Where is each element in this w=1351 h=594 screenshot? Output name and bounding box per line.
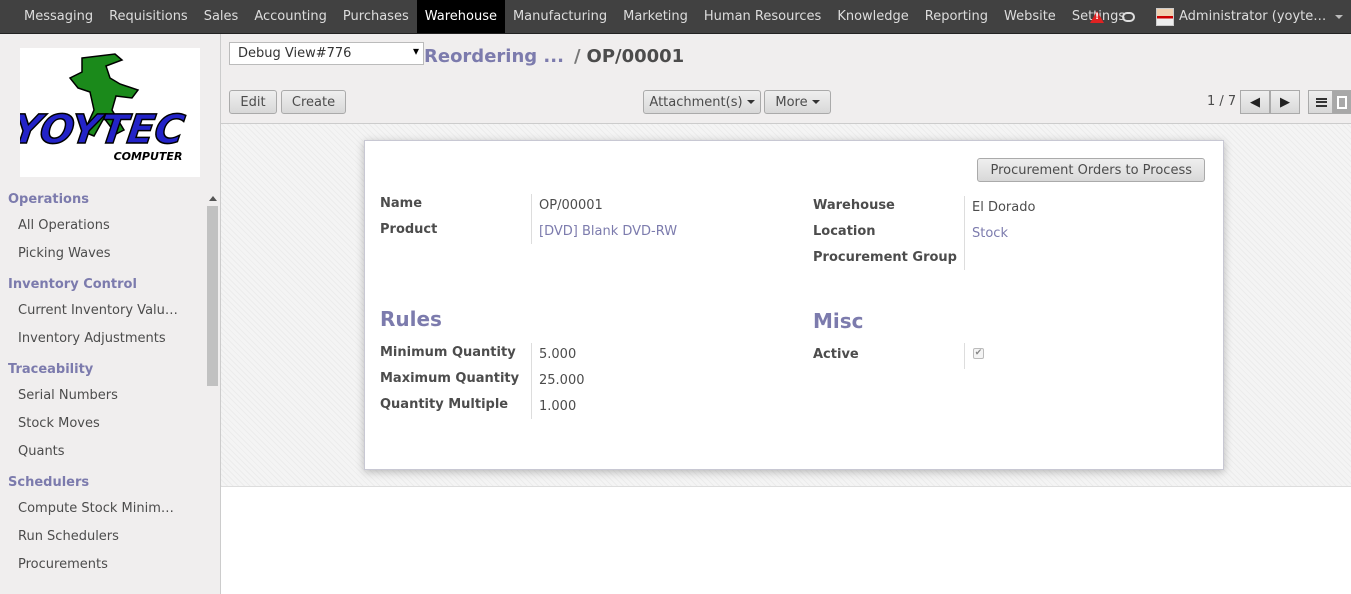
chat-icon[interactable] xyxy=(1122,11,1135,22)
check-icon: ✔ xyxy=(974,348,983,358)
name-label: Name xyxy=(380,196,423,211)
sidebar-item-serial-numbers[interactable]: Serial Numbers xyxy=(18,388,178,403)
breadcrumb-separator: / xyxy=(573,46,581,67)
active-checkbox[interactable]: ✔ xyxy=(973,348,984,359)
maximum-quantity-label: Maximum Quantity xyxy=(380,371,520,386)
menu-knowledge[interactable]: Knowledge xyxy=(829,0,916,33)
sidebar-item-quants[interactable]: Quants xyxy=(18,444,178,459)
breadcrumb-parent[interactable]: Reordering ... xyxy=(424,46,564,67)
pager-next-button[interactable]: ▶ xyxy=(1270,90,1300,114)
warning-icon[interactable] xyxy=(1090,10,1104,23)
quantity-multiple-label: Quantity Multiple xyxy=(380,397,509,412)
product-label: Product xyxy=(380,222,438,237)
product-link[interactable]: [DVD] Blank DVD-RW xyxy=(539,224,677,239)
sidebar-item-run-schedulers[interactable]: Run Schedulers xyxy=(18,529,178,544)
avatar[interactable] xyxy=(1156,7,1174,26)
breadcrumb: Reordering ... / OP/00001 xyxy=(424,46,684,67)
sidebar-item-compute-stock-minimum[interactable]: Compute Stock Minimu... xyxy=(18,501,178,516)
list-icon xyxy=(1315,97,1327,107)
arrow-left-icon: ◀ xyxy=(1250,94,1260,110)
sidebar-item-all-operations[interactable]: All Operations xyxy=(18,218,178,233)
pager-value: 1 / 7 xyxy=(1207,94,1237,109)
create-button[interactable]: Create xyxy=(281,90,346,114)
caret-down-icon xyxy=(746,100,755,104)
minimum-quantity-label: Minimum Quantity xyxy=(380,345,516,360)
divider xyxy=(964,343,965,369)
scroll-up-icon[interactable] xyxy=(209,196,217,201)
warehouse-label: Warehouse xyxy=(813,198,895,213)
breadcrumb-current: OP/00001 xyxy=(586,46,685,67)
form-icon xyxy=(1336,95,1347,109)
pager-previous-button[interactable]: ◀ xyxy=(1240,90,1270,114)
debug-view-select[interactable]: Debug View#776 xyxy=(229,42,424,65)
menu-messaging[interactable]: Messaging xyxy=(16,0,101,33)
quantity-multiple-value: 1.000 xyxy=(539,399,577,414)
chevron-down-icon[interactable] xyxy=(1335,14,1343,19)
menu-reporting[interactable]: Reporting xyxy=(917,0,996,33)
menu-purchases[interactable]: Purchases xyxy=(335,0,417,33)
section-schedulers: Schedulers xyxy=(8,475,90,490)
minimum-quantity-value: 5.000 xyxy=(539,347,577,362)
attachments-label: Attachment(s) xyxy=(649,94,743,110)
menu-website[interactable]: Website xyxy=(996,0,1064,33)
sidebar: YOYTEC COMPUTER Operations All Operation… xyxy=(0,34,221,594)
sidebar-item-inventory-adjustments[interactable]: Inventory Adjustments xyxy=(18,331,178,346)
location-link[interactable]: Stock xyxy=(972,226,1008,241)
menu-marketing[interactable]: Marketing xyxy=(615,0,696,33)
active-label: Active xyxy=(813,347,859,362)
main-menu: Messaging Requisitions Sales Accounting … xyxy=(0,0,1133,33)
menu-human-resources[interactable]: Human Resources xyxy=(696,0,829,33)
maximum-quantity-value: 25.000 xyxy=(539,373,585,388)
menu-accounting[interactable]: Accounting xyxy=(246,0,335,33)
menu-requisitions[interactable]: Requisitions xyxy=(101,0,196,33)
svg-text:COMPUTER: COMPUTER xyxy=(114,150,183,163)
warehouse-value: El Dorado xyxy=(972,200,1036,215)
divider xyxy=(964,196,965,270)
attachments-button[interactable]: Attachment(s) xyxy=(643,90,761,114)
sidebar-item-picking-waves[interactable]: Picking Waves xyxy=(18,246,178,261)
more-label: More xyxy=(775,94,808,110)
sidebar-item-stock-moves[interactable]: Stock Moves xyxy=(18,416,178,431)
form-view-button[interactable] xyxy=(1332,90,1351,114)
rules-title: Rules xyxy=(380,307,442,331)
top-navbar: Messaging Requisitions Sales Accounting … xyxy=(0,0,1351,34)
svg-text:YOYTEC: YOYTEC xyxy=(20,107,188,153)
section-operations: Operations xyxy=(8,192,89,207)
control-panel: Debug View#776 Reordering ... /OP/00001 E… xyxy=(221,34,1351,124)
main-content: Procurement Orders to Process Name OP/00… xyxy=(221,124,1351,487)
divider xyxy=(531,343,532,419)
procurement-group-label: Procurement Group xyxy=(813,250,957,265)
menu-manufacturing[interactable]: Manufacturing xyxy=(505,0,615,33)
sidebar-scrollbar[interactable] xyxy=(206,192,219,592)
sidebar-item-procurements[interactable]: Procurements xyxy=(18,557,178,572)
misc-title: Misc xyxy=(813,309,864,333)
menu-warehouse[interactable]: Warehouse xyxy=(416,0,505,33)
procurement-orders-button[interactable]: Procurement Orders to Process xyxy=(977,158,1205,182)
company-logo[interactable]: YOYTEC COMPUTER xyxy=(20,48,200,177)
sidebar-item-current-inventory-valuation[interactable]: Current Inventory Valuat... xyxy=(18,303,178,318)
arrow-right-icon: ▶ xyxy=(1280,94,1290,110)
edit-button[interactable]: Edit xyxy=(229,90,277,114)
form-sheet: Procurement Orders to Process Name OP/00… xyxy=(364,140,1224,470)
menu-sales[interactable]: Sales xyxy=(196,0,247,33)
location-label: Location xyxy=(813,224,876,239)
list-view-button[interactable] xyxy=(1308,90,1334,114)
section-inventory-control: Inventory Control xyxy=(8,277,137,292)
user-menu[interactable]: Administrator (yoytec_d... xyxy=(1179,9,1329,24)
section-traceability: Traceability xyxy=(8,362,94,377)
scroll-thumb[interactable] xyxy=(207,206,218,386)
caret-down-icon xyxy=(811,100,820,104)
divider xyxy=(531,194,532,244)
name-value: OP/00001 xyxy=(539,198,603,213)
more-button[interactable]: More xyxy=(764,90,831,114)
